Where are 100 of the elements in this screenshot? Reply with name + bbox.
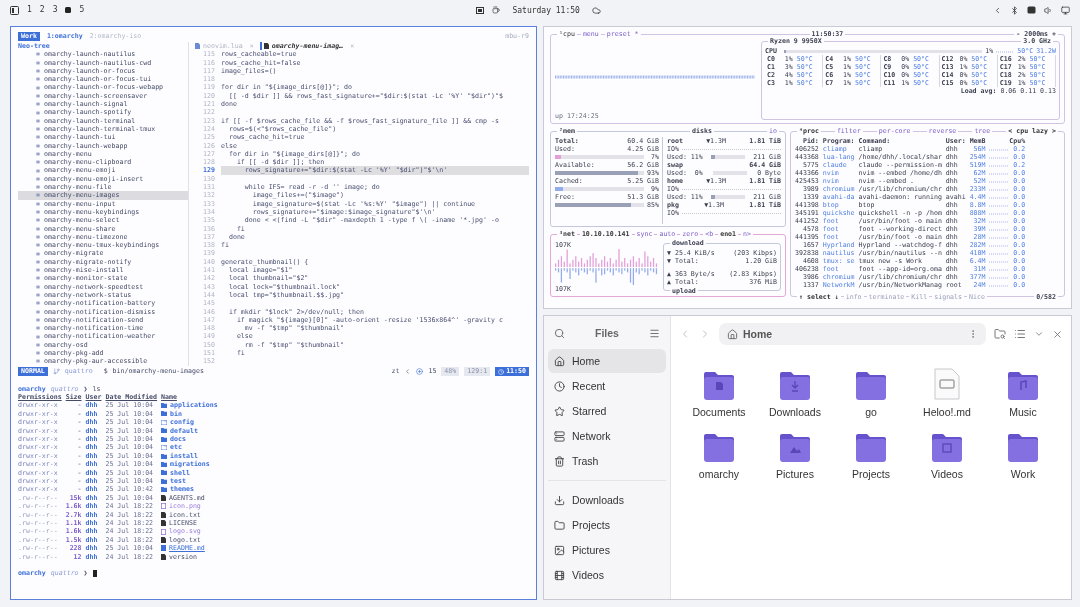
workspace[interactable]: 2 <box>39 5 45 15</box>
close-icon[interactable] <box>1052 328 1063 340</box>
folder-icon[interactable] <box>1007 434 1039 462</box>
asterisk-icon <box>36 268 40 273</box>
folder-icon[interactable] <box>931 434 963 462</box>
asterisk-icon <box>36 102 40 107</box>
asterisk-icon <box>36 293 40 298</box>
menu-icon[interactable] <box>649 327 660 339</box>
asterisk-icon <box>36 251 40 256</box>
search-icon[interactable] <box>554 327 565 339</box>
asterisk-icon <box>36 342 40 347</box>
cpu-sparkline <box>989 195 1010 199</box>
star-icon <box>554 405 565 417</box>
cpu-sparkline <box>989 259 1010 263</box>
file-label[interactable]: omarchy <box>698 468 740 480</box>
cpu-sparkline <box>989 171 1010 175</box>
sidebar-item[interactable]: Trash <box>548 449 666 473</box>
folder-icon <box>554 519 565 531</box>
asterisk-icon <box>36 210 40 215</box>
asterisk-icon <box>36 243 40 248</box>
folder-icon[interactable] <box>779 372 811 400</box>
cpu-sparkline <box>989 235 1010 239</box>
cpu-sparkline <box>989 251 1010 255</box>
asterisk-icon <box>36 110 40 115</box>
image-icon <box>554 544 565 556</box>
asterisk-icon <box>36 276 40 281</box>
sidebar-item[interactable]: Videos <box>548 563 666 587</box>
file-label[interactable]: Work <box>1010 468 1036 480</box>
asterisk-icon <box>36 193 40 198</box>
chevron-left-icon[interactable] <box>993 5 1002 15</box>
separator-icon <box>404 368 412 376</box>
cpu-sparkline <box>989 203 1010 207</box>
asterisk-icon <box>36 127 40 132</box>
folder-search-icon[interactable] <box>994 328 1006 340</box>
git-branch-icon <box>52 368 60 376</box>
sidebar-item[interactable]: Pictures <box>548 538 666 562</box>
sidebar-item[interactable]: Starred <box>548 399 666 423</box>
folder-icon[interactable] <box>779 434 811 462</box>
asterisk-icon <box>36 77 40 82</box>
workspace[interactable]: 5 <box>79 5 85 15</box>
asterisk-icon <box>36 234 40 239</box>
folder-icon[interactable] <box>1007 372 1039 400</box>
asterisk-icon <box>36 334 40 339</box>
cpu-sparkline <box>989 147 1010 151</box>
file-label[interactable]: Documents <box>692 406 746 418</box>
list-view-icon[interactable] <box>1014 328 1026 340</box>
workspace[interactable]: 1 <box>27 5 32 15</box>
asterisk-icon <box>36 60 40 65</box>
file-label[interactable]: Music <box>1009 406 1037 418</box>
cpu-sparkline <box>989 267 1010 271</box>
file-label[interactable]: Projects <box>852 468 890 480</box>
folder-link-icon <box>161 419 168 425</box>
sidebar-item[interactable]: Downloads <box>548 488 666 512</box>
asterisk-icon <box>36 259 40 264</box>
bluetooth-icon[interactable] <box>1010 5 1019 15</box>
asterisk-icon <box>36 152 40 156</box>
sidebar-item[interactable]: Home <box>548 349 666 373</box>
folder-icon[interactable] <box>855 434 887 462</box>
screen-icon[interactable] <box>476 6 485 14</box>
file-label[interactable]: Videos <box>931 468 963 480</box>
weather-cloud-icon[interactable] <box>591 5 601 15</box>
sidebar-item[interactable]: Projects <box>548 513 666 537</box>
home-icon <box>554 355 565 367</box>
cpu-sparkline <box>989 211 1010 215</box>
monitor-icon[interactable] <box>1061 5 1070 15</box>
server-icon <box>554 430 565 442</box>
file-label[interactable]: Downloads <box>769 406 821 418</box>
asterisk-icon <box>36 85 40 90</box>
path-bar[interactable]: Home <box>719 323 986 345</box>
file-label[interactable]: Pictures <box>776 468 814 480</box>
asterisk-icon <box>36 160 40 165</box>
volume-icon[interactable] <box>1044 5 1053 15</box>
file-icon <box>195 43 200 50</box>
folder-link-icon <box>161 445 168 451</box>
app-title: Files <box>595 327 619 339</box>
cpu-sparkline <box>989 163 1010 167</box>
sidebar-item[interactable]: Recent <box>548 374 666 398</box>
asterisk-icon <box>36 301 40 306</box>
folder-icon[interactable] <box>703 372 735 400</box>
file-label[interactable]: Heloo!.md <box>923 406 971 418</box>
asterisk-icon <box>36 93 40 98</box>
launcher-icon[interactable] <box>10 5 19 15</box>
asterisk-icon <box>36 176 40 181</box>
sidebar-item[interactable]: Network <box>548 424 666 448</box>
image-file-icon <box>161 503 167 510</box>
coffee-icon[interactable] <box>492 6 501 14</box>
clock: Saturday 11:50 <box>512 5 580 15</box>
asterisk-icon <box>36 326 40 331</box>
asterisk-icon <box>36 359 40 364</box>
image-file-icon <box>161 528 167 535</box>
asterisk-icon <box>36 201 40 206</box>
file-icon <box>161 495 167 502</box>
asterisk-icon <box>36 118 40 123</box>
folder-icon[interactable] <box>703 434 735 462</box>
workspace[interactable]: 3 <box>52 5 58 15</box>
active-workspace[interactable] <box>65 7 72 13</box>
file-icon <box>263 43 269 50</box>
file-label[interactable]: go <box>865 406 877 418</box>
folder-icon[interactable] <box>855 372 887 400</box>
cpu-sparkline <box>989 275 1010 279</box>
